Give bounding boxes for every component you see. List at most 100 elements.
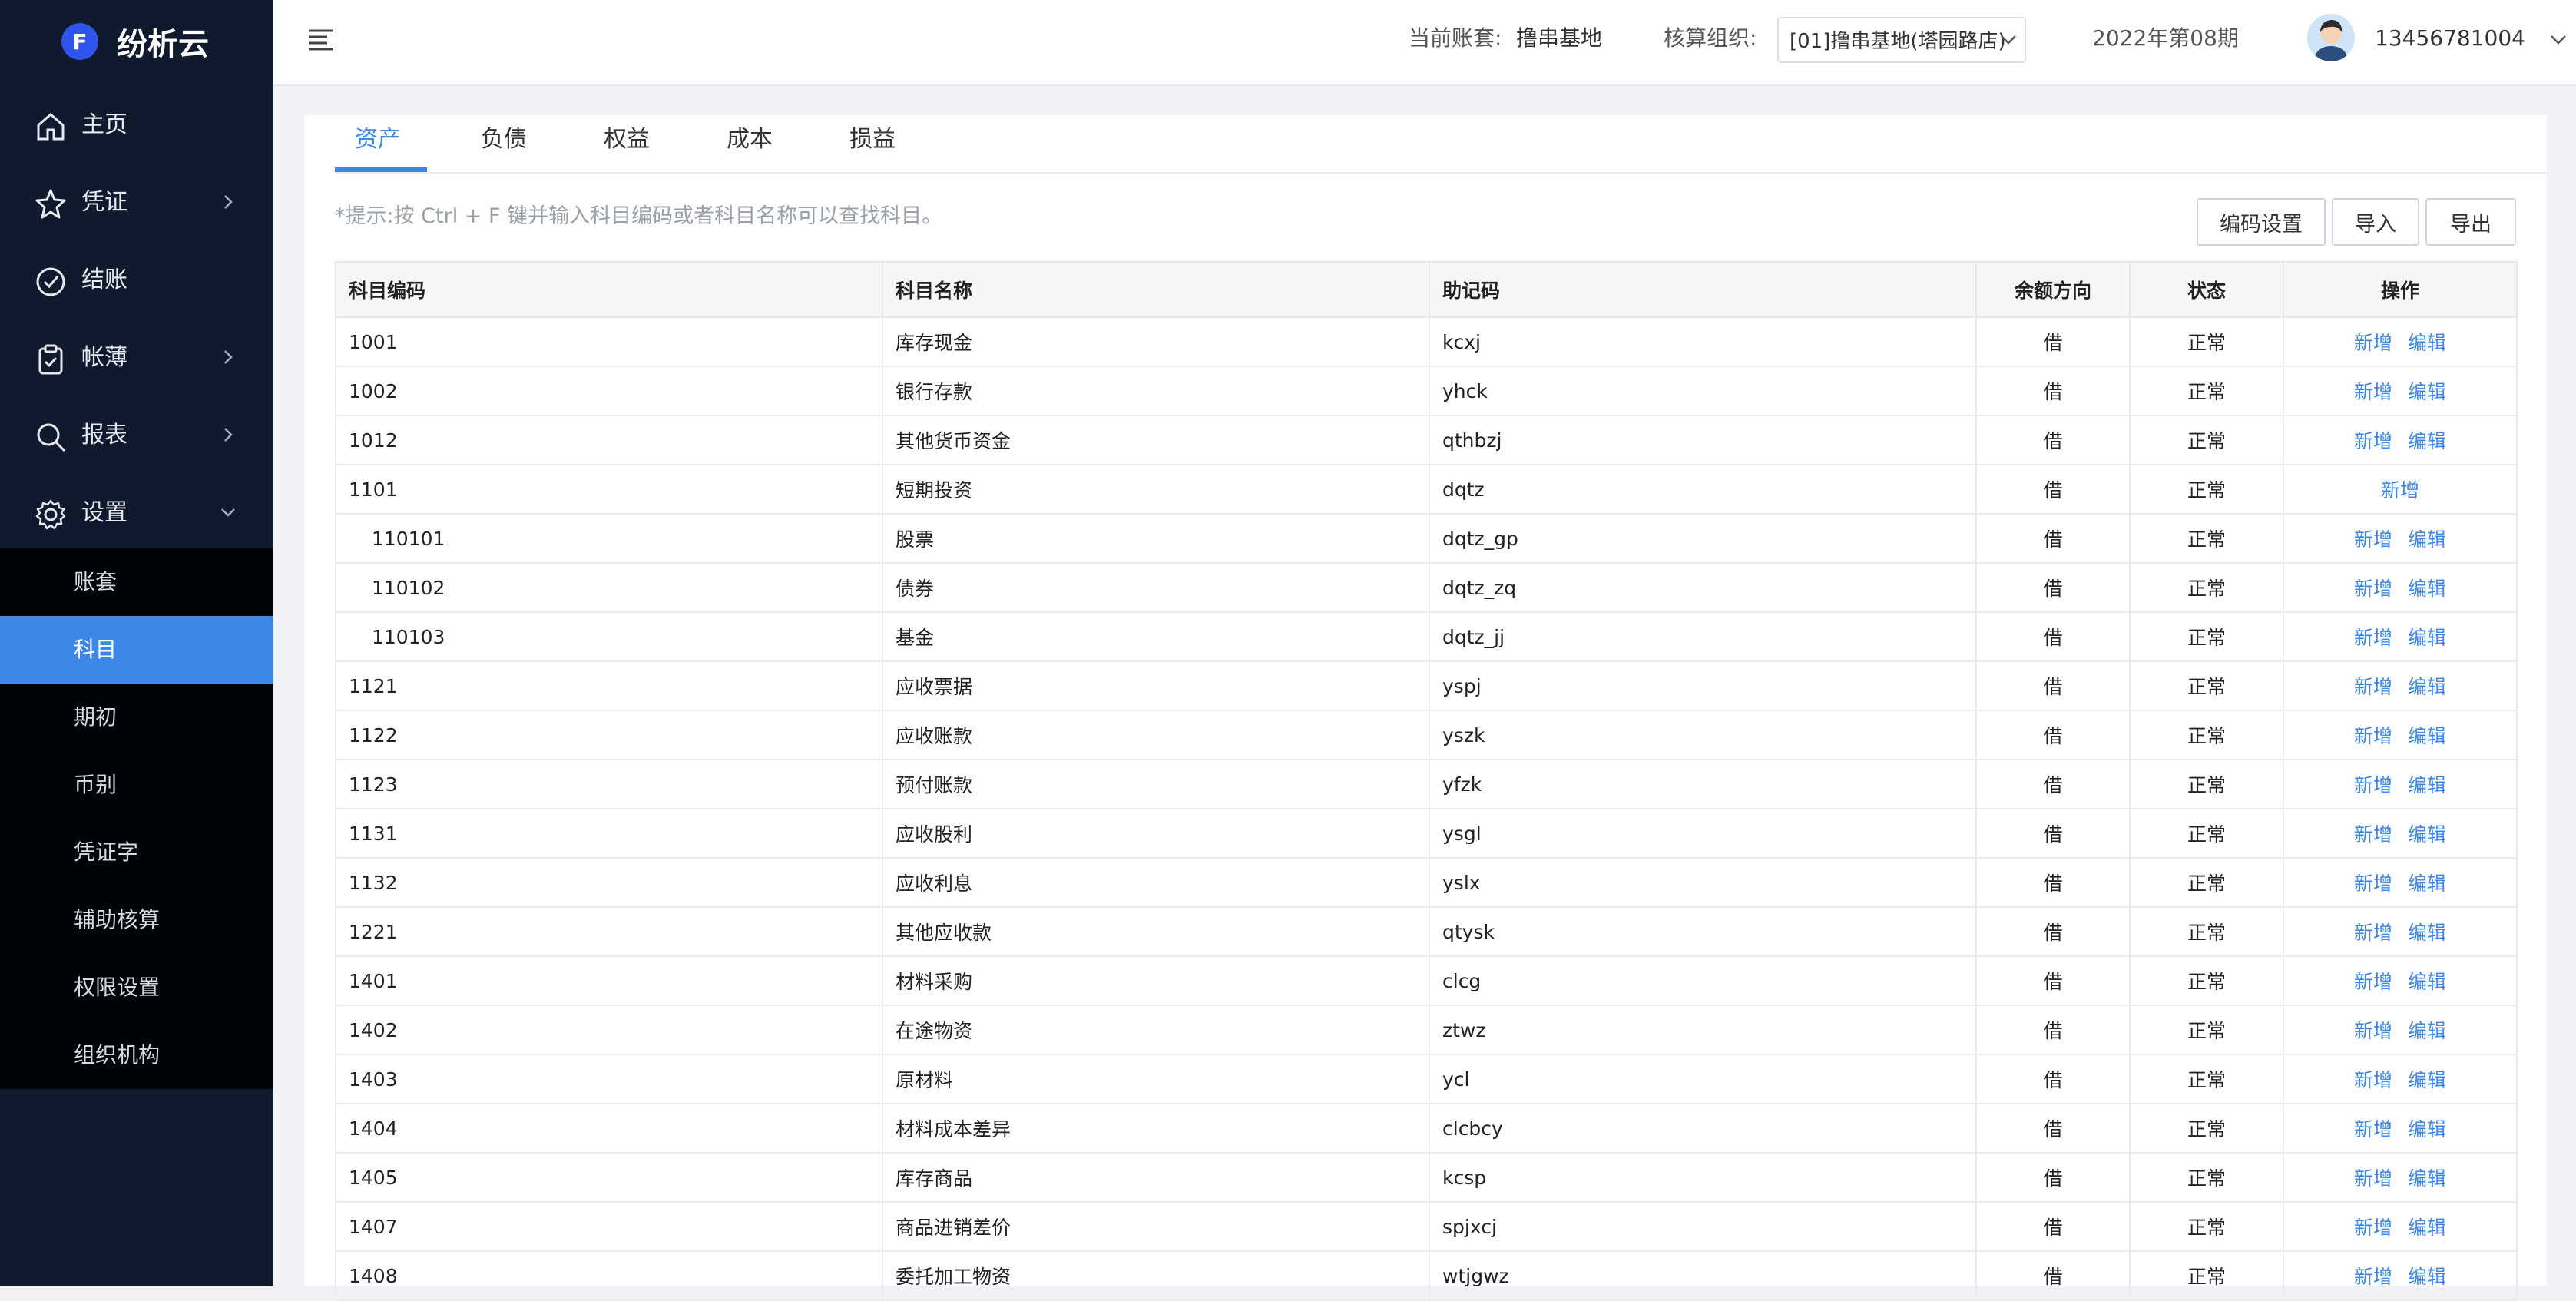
column-header-mnemonic[interactable]: 助记码 [1429,261,1977,318]
add-link[interactable]: 新增 [2354,1167,2392,1190]
add-link[interactable]: 新增 [2354,578,2392,600]
cell-actions: 新增 编辑 [2283,366,2518,416]
add-link[interactable]: 新增 [2354,872,2392,895]
table-row[interactable]: 1132 应收利息 yslx 借正常 新增 编辑 [335,857,2518,908]
add-link[interactable]: 新增 [2354,971,2392,993]
edit-link[interactable]: 编辑 [2408,578,2446,600]
menu-toggle-icon[interactable] [307,28,335,51]
column-header-code[interactable]: 科目编码 [335,261,883,318]
table-row[interactable]: 1123 预付账款 yfzk 借正常 新增 编辑 [335,759,2518,809]
tab-equity[interactable]: 权益 [604,124,650,155]
table-row[interactable]: 110103 基金 dqtz_jj 借正常 新增 编辑 [335,611,2518,662]
app-logo[interactable]: F 纷析云 [61,20,209,63]
edit-link[interactable]: 编辑 [2408,627,2446,649]
column-header-status[interactable]: 状态 [2129,261,2284,318]
add-link[interactable]: 新增 [2354,922,2392,944]
chevron-down-icon[interactable] [2550,34,2567,46]
tab-liabilities[interactable]: 负债 [481,124,527,155]
export-button[interactable]: 导出 [2425,198,2516,246]
sidebar-item-ledger[interactable]: 帐薄 [0,319,273,396]
user-name[interactable]: 13456781004 [2375,23,2525,54]
table-row[interactable]: 1122 应收账款 yszk 借正常 新增 编辑 [335,710,2518,760]
table-row[interactable]: 1012 其他货币资金 qthbzj 借正常 新增 编辑 [335,415,2518,465]
edit-link[interactable]: 编辑 [2408,872,2446,895]
add-link[interactable]: 新增 [2381,479,2419,502]
submenu-item-permissions[interactable]: 权限设置 [0,954,273,1021]
table-row[interactable]: 110101 股票 dqtz_gp 借正常 新增 编辑 [335,513,2518,564]
code-settings-button[interactable]: 编码设置 [2197,198,2326,246]
table-row[interactable]: 1403 原材料 ycl 借正常 新增 编辑 [335,1054,2518,1104]
edit-link[interactable]: 编辑 [2408,1020,2446,1042]
tab-profit-loss[interactable]: 损益 [849,124,896,155]
edit-link[interactable]: 编辑 [2408,1167,2446,1190]
add-link[interactable]: 新增 [2354,774,2392,796]
table-row[interactable]: 1405 库存商品 kcsp 借正常 新增 编辑 [335,1152,2518,1203]
table-row[interactable]: 1401 材料采购 clcg 借正常 新增 编辑 [335,955,2518,1006]
cell-name: 应收票据 [882,660,1430,711]
edit-link[interactable]: 编辑 [2408,381,2446,403]
add-link[interactable]: 新增 [2354,1217,2392,1239]
table-row[interactable]: 1404 材料成本差异 clcbcy 借正常 新增 编辑 [335,1103,2518,1154]
add-link[interactable]: 新增 [2354,430,2392,452]
table-row[interactable]: 1001 库存现金 kcxj 借正常 新增 编辑 [335,316,2518,367]
edit-link[interactable]: 编辑 [2408,528,2446,551]
sidebar-item-voucher[interactable]: 凭证 [0,164,273,241]
column-header-direction[interactable]: 余额方向 [1975,261,2131,318]
edit-link[interactable]: 编辑 [2408,1069,2446,1091]
table-row[interactable]: 1131 应收股利 ysgl 借正常 新增 编辑 [335,808,2518,859]
add-link[interactable]: 新增 [2354,1020,2392,1042]
cell-status: 正常 [2129,808,2284,859]
account-set-value[interactable]: 撸串基地 [1516,23,1602,54]
submenu-item-subjects[interactable]: 科目 [0,616,273,684]
column-header-name[interactable]: 科目名称 [882,261,1430,318]
add-link[interactable]: 新增 [2354,1118,2392,1140]
edit-link[interactable]: 编辑 [2408,1217,2446,1239]
edit-link[interactable]: 编辑 [2408,971,2446,993]
add-link[interactable]: 新增 [2354,676,2392,698]
edit-link[interactable]: 编辑 [2408,676,2446,698]
add-link[interactable]: 新增 [2354,332,2392,354]
edit-link[interactable]: 编辑 [2408,332,2446,354]
submenu-item-opening[interactable]: 期初 [0,684,273,751]
table-row[interactable]: 1402 在途物资 ztwz 借正常 新增 编辑 [335,1005,2518,1055]
sidebar-item-settings[interactable]: 设置 [0,475,273,551]
submenu-item-voucher-word[interactable]: 凭证字 [0,819,273,886]
org-select[interactable]: [01]撸串基地(塔园路店) [1777,17,2026,63]
table-row[interactable]: 1101 短期投资 dqtz 借正常 新增 [335,464,2518,515]
add-link[interactable]: 新增 [2354,381,2392,403]
edit-link[interactable]: 编辑 [2408,774,2446,796]
submenu-item-auxiliary[interactable]: 辅助核算 [0,886,273,954]
table-row[interactable]: 1002 银行存款 yhck 借正常 新增 编辑 [335,366,2518,416]
cell-mnemonic: kcsp [1429,1152,1977,1203]
cell-actions: 新增 编辑 [2283,316,2518,367]
sidebar-item-reports[interactable]: 报表 [0,397,273,474]
edit-link[interactable]: 编辑 [2408,430,2446,452]
add-link[interactable]: 新增 [2354,823,2392,846]
import-button[interactable]: 导入 [2332,198,2419,246]
submenu-item-organization[interactable]: 组织机构 [0,1021,273,1089]
edit-link[interactable]: 编辑 [2408,1118,2446,1140]
add-link[interactable]: 新增 [2354,725,2392,747]
table-row[interactable]: 110102 债券 dqtz_zq 借正常 新增 编辑 [335,562,2518,613]
sidebar-item-home[interactable]: 主页 [0,87,273,164]
table-row[interactable]: 1121 应收票据 yspj 借正常 新增 编辑 [335,660,2518,711]
edit-link[interactable]: 编辑 [2408,823,2446,846]
subjects-table: 科目编码 科目名称 助记码 余额方向 状态 操作 1001 库存现金 kcxj 借正常… [335,261,2518,1301]
tab-assets[interactable]: 资产 [355,124,401,155]
table-row[interactable]: 1408 委托加工物资 wtjgwz 借正常 新增 编辑 [335,1250,2518,1301]
edit-link[interactable]: 编辑 [2408,725,2446,747]
table-row[interactable]: 1221 其他应收款 qtysk 借正常 新增 编辑 [335,906,2518,957]
add-link[interactable]: 新增 [2354,627,2392,649]
edit-link[interactable]: 编辑 [2408,1266,2446,1288]
edit-link[interactable]: 编辑 [2408,922,2446,944]
tab-cost[interactable]: 成本 [727,124,773,155]
sidebar-item-closing[interactable]: 结账 [0,242,273,319]
submenu-item-currency[interactable]: 币别 [0,751,273,819]
add-link[interactable]: 新增 [2354,528,2392,551]
submenu-item-account-set[interactable]: 账套 [0,548,273,616]
sidebar-item-label: 凭证 [81,189,127,216]
avatar[interactable] [2307,14,2355,61]
add-link[interactable]: 新增 [2354,1069,2392,1091]
table-row[interactable]: 1407 商品进销差价 spjxcj 借正常 新增 编辑 [335,1201,2518,1252]
add-link[interactable]: 新增 [2354,1266,2392,1288]
